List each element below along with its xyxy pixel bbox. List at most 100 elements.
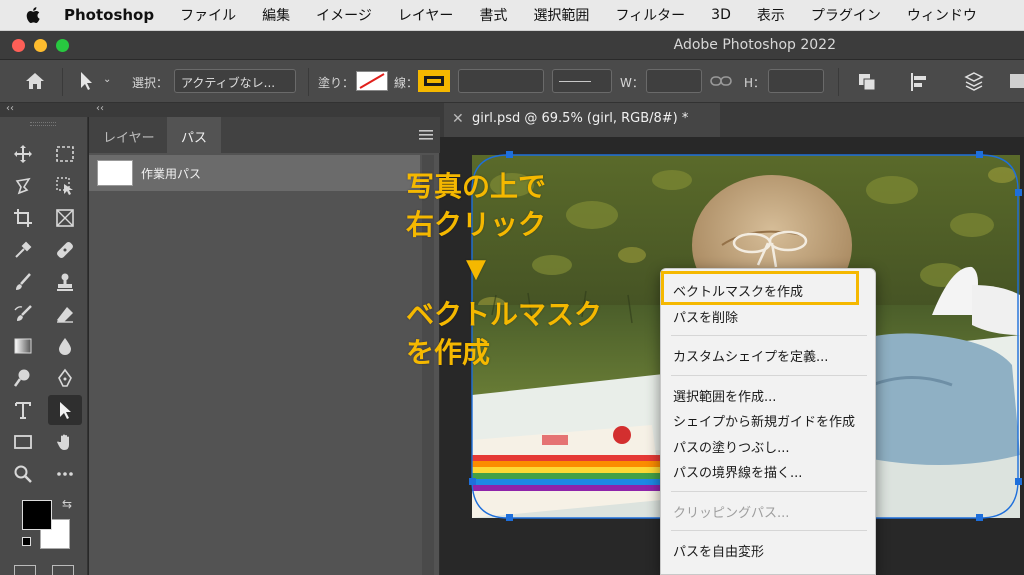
screen-mode-icon[interactable] — [52, 565, 74, 575]
droplet-icon — [59, 338, 71, 355]
path-row-work-path[interactable]: 作業用パス — [89, 155, 420, 191]
menu-plugins[interactable]: プラグイン — [811, 5, 881, 25]
lasso-tool[interactable] — [10, 173, 36, 199]
swap-colors-icon[interactable]: ⇆ — [62, 497, 72, 511]
fill-swatch[interactable] — [356, 71, 388, 91]
close-document-icon[interactable]: ✕ — [452, 111, 464, 127]
stamp-icon — [57, 273, 73, 291]
eraser-icon — [57, 307, 73, 323]
menu-type[interactable]: 書式 — [479, 5, 507, 25]
anchor-handle[interactable] — [976, 514, 983, 521]
width-field[interactable] — [646, 69, 702, 93]
menu-item-fill-path[interactable]: パスの塗りつぶし... — [673, 437, 790, 456]
document-tab[interactable]: ✕ girl.psd @ 69.5% (girl, RGB/8#) * — [444, 103, 720, 137]
home-icon[interactable] — [24, 71, 46, 91]
direct-selection-tool[interactable] — [48, 395, 82, 425]
height-field[interactable] — [768, 69, 824, 93]
menu-file[interactable]: ファイル — [180, 5, 236, 25]
link-icon[interactable] — [710, 74, 732, 88]
eyedropper-tool[interactable] — [10, 237, 36, 263]
stroke-swatch[interactable] — [418, 70, 450, 92]
object-selection-tool[interactable] — [52, 173, 78, 199]
menu-item-create-vector-mask[interactable]: ベクトルマスクを作成 — [673, 281, 803, 300]
more-icon — [57, 472, 73, 476]
separator — [838, 68, 839, 96]
path-alignment-icon[interactable] — [908, 71, 930, 93]
collapse-panel-icon[interactable]: ‹‹ — [96, 103, 104, 114]
history-brush-tool[interactable] — [10, 301, 36, 327]
path-operations-icon[interactable] — [856, 71, 878, 93]
stroke-preview — [424, 76, 444, 86]
menu-item-clipping-path: クリッピングパス... — [673, 506, 790, 521]
tab-layers[interactable]: レイヤー — [89, 117, 169, 153]
app-menu[interactable]: Photoshop — [64, 6, 154, 24]
stroke-type-dropdown[interactable] — [552, 69, 612, 93]
type-tool[interactable] — [10, 397, 36, 423]
more-tools-button[interactable] — [52, 461, 78, 487]
blur-tool[interactable] — [52, 333, 78, 359]
hand-tool[interactable] — [52, 429, 78, 455]
tab-paths[interactable]: パス — [167, 117, 222, 153]
menu-window[interactable]: ウィンドウ — [907, 5, 977, 25]
menu-item-make-selection[interactable]: 選択範囲を作成... — [673, 386, 776, 405]
close-window-button[interactable] — [12, 39, 25, 52]
minimize-window-button[interactable] — [34, 39, 47, 52]
anchor-handle[interactable] — [976, 151, 983, 158]
menu-item-define-custom-shape[interactable]: カスタムシェイプを定義... — [673, 346, 828, 365]
default-colors-icon[interactable] — [22, 537, 31, 546]
apple-icon[interactable] — [24, 5, 44, 25]
rectangle-icon — [14, 435, 32, 449]
anchor-handle[interactable] — [469, 478, 476, 485]
stamp-tool[interactable] — [52, 269, 78, 295]
pen-tool[interactable] — [52, 365, 78, 391]
auto-add-delete-checkbox[interactable] — [1010, 74, 1024, 88]
dodge-icon — [13, 369, 30, 387]
anchor-handle[interactable] — [1015, 189, 1022, 196]
anchor-handle[interactable] — [1015, 478, 1022, 485]
fill-label: 塗り： — [318, 76, 355, 90]
menu-layer[interactable]: レイヤー — [398, 5, 454, 25]
select-label: 選択： — [132, 76, 169, 90]
brush-icon — [16, 273, 31, 290]
panel-menu-icon[interactable] — [419, 130, 433, 140]
menu-filter[interactable]: フィルター — [615, 5, 685, 25]
marquee-tool[interactable] — [52, 141, 78, 167]
crop-tool[interactable] — [10, 205, 36, 231]
gradient-tool[interactable] — [10, 333, 36, 359]
menu-item-stroke-path[interactable]: パスの境界線を描く... — [673, 462, 802, 481]
menu-divider — [671, 530, 867, 531]
zoom-window-button[interactable] — [56, 39, 69, 52]
quick-mask-icon[interactable] — [14, 565, 36, 575]
annotation-line-2: 右クリック — [406, 208, 547, 241]
menu-3d[interactable]: 3D — [711, 7, 731, 23]
toolbar-grip[interactable] — [30, 122, 56, 126]
menu-image[interactable]: イメージ — [316, 5, 372, 25]
dodge-tool[interactable] — [10, 365, 36, 391]
select-dropdown[interactable]: アクティブなレ... — [174, 69, 296, 93]
frame-icon — [56, 209, 74, 227]
stroke-label: 線： — [394, 76, 419, 90]
collapse-toolbar-icon[interactable]: ‹‹ — [6, 103, 14, 114]
menu-item-free-transform-path[interactable]: パスを自由変形 — [673, 541, 764, 560]
zoom-tool[interactable] — [10, 461, 36, 487]
menu-edit[interactable]: 編集 — [262, 5, 290, 25]
path-selection-tool-icon[interactable] — [78, 71, 94, 91]
chevron-down-icon[interactable]: ⌄ — [103, 74, 111, 85]
path-arrangement-icon[interactable] — [962, 70, 986, 94]
stroke-width-field[interactable] — [458, 69, 544, 93]
menu-item-new-guides-from-shape[interactable]: シェイプから新規ガイドを作成 — [673, 411, 855, 430]
menu-item-delete-path[interactable]: パスを削除 — [673, 307, 738, 326]
anchor-handle[interactable] — [506, 151, 513, 158]
direct-selection-icon — [60, 402, 71, 419]
rectangle-tool[interactable] — [10, 429, 36, 455]
move-tool[interactable] — [10, 141, 36, 167]
anchor-handle[interactable] — [506, 514, 513, 521]
healing-brush-tool[interactable] — [52, 237, 78, 263]
menu-select[interactable]: 選択範囲 — [533, 5, 589, 25]
foreground-color-swatch[interactable] — [22, 500, 52, 530]
frame-tool[interactable] — [52, 205, 78, 231]
options-bar: ⌄ 選択： アクティブなレ... 塗り： 線： W： H： — [0, 60, 1024, 103]
brush-tool[interactable] — [10, 269, 36, 295]
menu-view[interactable]: 表示 — [757, 5, 785, 25]
eraser-tool[interactable] — [52, 301, 78, 327]
